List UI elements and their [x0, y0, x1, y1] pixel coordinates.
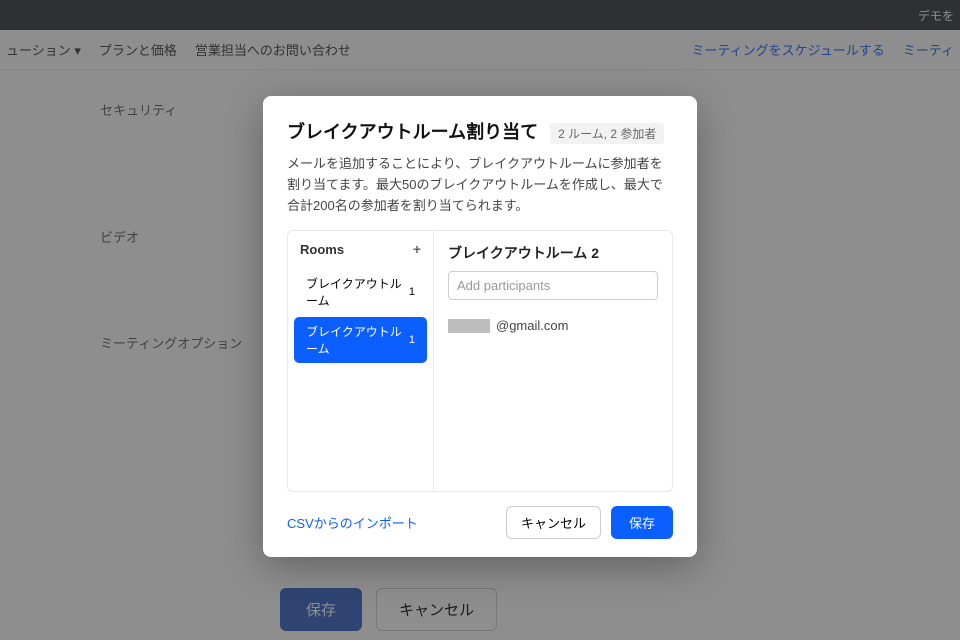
- csv-import-link[interactable]: CSVからのインポート: [287, 513, 418, 532]
- participant-row: @gmail.com: [448, 318, 658, 333]
- breakout-modal: ブレイクアウトルーム割り当て 2 ルーム, 2 参加者 メールを追加することによ…: [263, 96, 697, 557]
- room-detail: ブレイクアウトルーム 2 @gmail.com: [434, 231, 672, 491]
- rooms-header-label: Rooms: [300, 242, 344, 257]
- room-item-label: ブレイクアウトルーム: [306, 275, 409, 309]
- room-item-count: 1: [409, 334, 415, 346]
- room-detail-title: ブレイクアウトルーム 2: [448, 243, 658, 263]
- room-item-count: 1: [409, 286, 415, 298]
- room-item-2[interactable]: ブレイクアウトルーム 1: [294, 317, 427, 363]
- modal-summary-badge: 2 ルーム, 2 参加者: [550, 123, 664, 144]
- rooms-panel: Rooms + ブレイクアウトルーム 1 ブレイクアウトルーム 1 ブレイクアウ…: [287, 230, 673, 492]
- modal-title: ブレイクアウトルーム割り当て: [287, 118, 538, 144]
- participant-redacted: [448, 319, 490, 333]
- room-item-label: ブレイクアウトルーム: [306, 323, 409, 357]
- modal-save-button[interactable]: 保存: [611, 506, 673, 539]
- add-room-button[interactable]: +: [413, 241, 421, 257]
- add-participants-input[interactable]: [448, 271, 658, 300]
- room-item-1[interactable]: ブレイクアウトルーム 1: [294, 269, 427, 315]
- modal-cancel-button[interactable]: キャンセル: [506, 506, 601, 539]
- modal-description: メールを追加することにより、ブレイクアウトルームに参加者を割り当てます。最大50…: [287, 154, 673, 216]
- modal-overlay: ブレイクアウトルーム割り当て 2 ルーム, 2 参加者 メールを追加することによ…: [0, 0, 960, 640]
- participant-email-suffix: @gmail.com: [496, 318, 568, 333]
- rooms-list: Rooms + ブレイクアウトルーム 1 ブレイクアウトルーム 1: [288, 231, 434, 491]
